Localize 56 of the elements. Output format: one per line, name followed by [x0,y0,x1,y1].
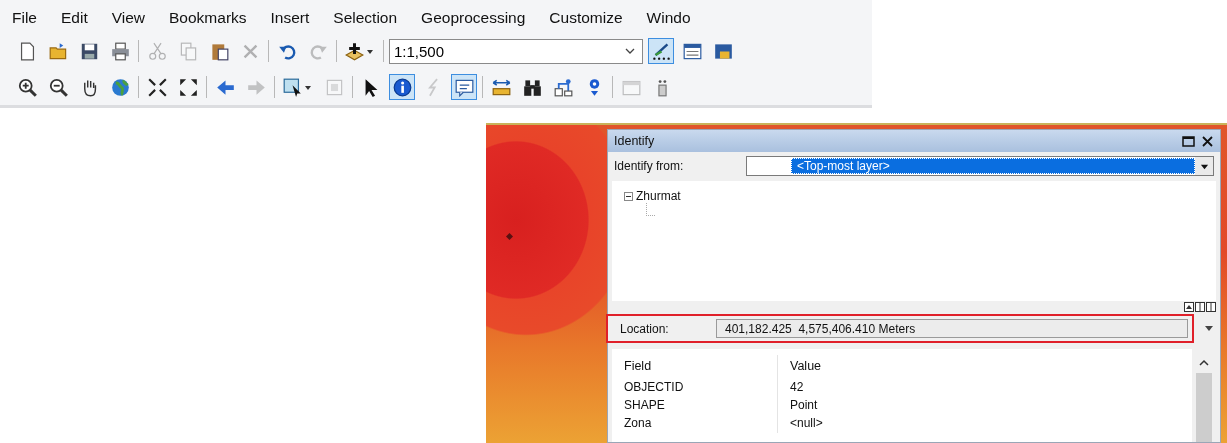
map-view[interactable]: Identify Identify from: <Top-most layer> Zhurmat Location: 401,182.425 4,575,406.410 Meters Field Value OBJECTID 42 SHAPE Point Zona <null> [486,123,1227,443]
folder-window-icon [713,41,733,61]
menu-item[interactable]: Geoprocessing [421,9,526,27]
maximize-button[interactable] [1182,134,1195,148]
zoom-in-icon [17,77,37,97]
table-cell-text: Zona [624,415,653,432]
left-arrow-icon [215,77,235,97]
table-window-icon [682,41,702,61]
caret-icon [366,47,374,55]
globe-icon [110,77,130,97]
menu-item[interactable]: File [12,9,37,27]
inward-arrows-icon [147,77,167,97]
menu-item[interactable]: Windo [646,9,691,27]
speech-bubble-button[interactable] [451,74,477,100]
table-cell-text: SHAPE [624,397,666,414]
binoculars-icon [522,77,542,97]
tree-line [646,203,655,216]
pencil-dots-icon [651,41,671,61]
info-button[interactable] [389,74,415,100]
point-marker [506,233,513,240]
layer-dropdown[interactable]: <Top-most layer> [746,156,1214,176]
menu-item[interactable]: Edit [61,9,88,27]
pencil-dots-button[interactable] [648,38,674,64]
column-header: Field [624,358,653,375]
caret-icon [304,83,312,91]
outward-arrows-icon [178,77,198,97]
pane-icon[interactable] [1184,302,1194,312]
info-icon [392,77,412,97]
selection-arrow-icon [283,77,302,97]
scissors-icon [147,41,167,61]
clipboard-icon [209,41,229,61]
zoom-out-icon [48,77,68,97]
split-pane-icon[interactable] [1195,302,1205,312]
menu-item[interactable]: Bookmarks [169,9,247,27]
menu-item[interactable]: Selection [333,9,398,27]
scale-field[interactable]: 1:1,500 [389,38,643,64]
copy-icon [178,41,198,61]
folder-icon [48,41,68,61]
split-pane-icon[interactable] [1206,302,1216,312]
window-box-icon [324,77,344,97]
plus-diamond-icon [345,41,364,61]
field-label: Location: [620,321,670,336]
close-button[interactable] [1201,134,1214,148]
window-title: Identify [614,134,655,148]
ruler-icon [491,77,511,97]
menu-item[interactable]: Insert [270,9,310,27]
menu-item[interactable]: View [111,9,146,27]
location-field[interactable]: 401,182.425 4,575,406.410 Meters [716,319,1188,338]
speech-bubble-icon [454,77,474,97]
collapse-toggle-icon[interactable] [624,191,633,201]
menu-item[interactable]: Customize [549,9,623,27]
tree-item[interactable]: Zhurmat [636,189,681,203]
table-cell-text: OBJECTID [624,379,685,396]
printer-icon [110,41,130,61]
route-nodes-icon [553,77,573,97]
field-label: Identify from: [614,159,685,173]
